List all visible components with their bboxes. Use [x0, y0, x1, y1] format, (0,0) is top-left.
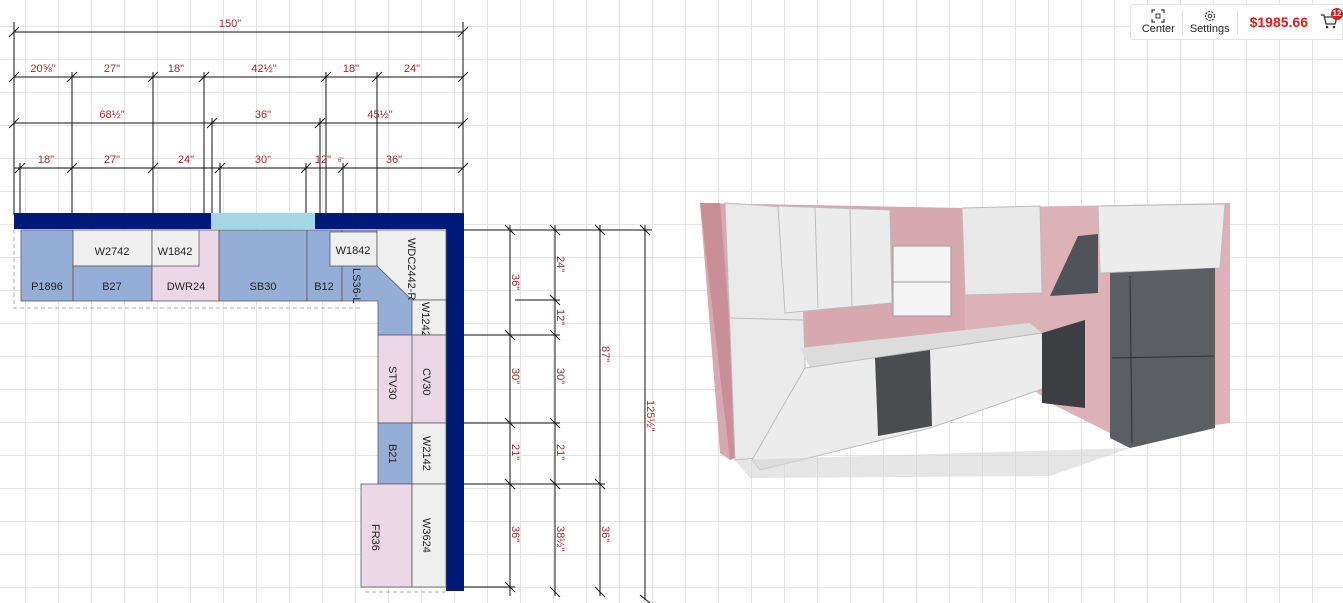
svg-text:DWR24: DWR24: [167, 281, 206, 293]
kitchen-3d-preview[interactable]: [690, 198, 1235, 478]
dimension-overall-depth: 125½": [605, 224, 656, 603]
center-icon: [1151, 9, 1165, 23]
svg-text:18": 18": [168, 63, 184, 75]
toolbar-divider: [1236, 10, 1238, 34]
svg-text:W1842: W1842: [336, 245, 371, 257]
gear-icon: [1204, 10, 1215, 22]
upper-cabinets-right: [1097, 203, 1226, 274]
window[interactable]: [211, 213, 315, 229]
svg-text:30": 30": [509, 368, 521, 384]
svg-text:18": 18": [343, 63, 359, 75]
top-toolbar: Center Settings $1985.66 12: [1129, 4, 1343, 40]
svg-text:18": 18": [38, 154, 54, 166]
dimension-right-col3: 87" 36": [560, 224, 611, 598]
floor-plan[interactable]: 6" 150" 20⅝" 27" 18" 42½" 18" 24" 68½" 3…: [0, 0, 680, 603]
svg-text:12": 12": [315, 154, 331, 166]
svg-text:SB30: SB30: [250, 281, 277, 293]
wall-top-left: [14, 213, 211, 229]
svg-text:20⅝": 20⅝": [30, 63, 55, 75]
dimension-base-row: 18" 27" 24" 30" 12" 36": [14, 154, 469, 215]
svg-text:W1242: W1242: [419, 302, 431, 337]
svg-text:21": 21": [554, 444, 566, 460]
svg-text:27": 27": [104, 63, 120, 75]
svg-text:B21: B21: [386, 444, 398, 464]
svg-text:150": 150": [219, 18, 241, 30]
svg-text:36": 36": [509, 274, 521, 290]
svg-text:LS36-L: LS36-L: [350, 268, 362, 303]
cabinet-w2742[interactable]: W2742: [72, 229, 153, 267]
svg-text:45½": 45½": [367, 109, 392, 121]
settings-button[interactable]: Settings: [1185, 7, 1235, 37]
dimension-right-col2: 24" 12" 30" 21" 38½": [515, 224, 566, 598]
range-oven: [1042, 320, 1085, 408]
cabinet-w2142[interactable]: W2142: [411, 422, 447, 485]
wall-top-right: [315, 213, 464, 229]
svg-text:36": 36": [255, 109, 271, 121]
cabinet-cv30[interactable]: CV30: [411, 334, 447, 424]
svg-text:W2142: W2142: [420, 436, 432, 471]
svg-text:W2742: W2742: [95, 246, 130, 258]
svg-text:24": 24": [554, 256, 566, 272]
settings-label: Settings: [1189, 23, 1230, 35]
upper-cabinets-left: [777, 205, 893, 314]
svg-text:CV30: CV30: [420, 368, 432, 396]
svg-text:W3624: W3624: [420, 518, 432, 553]
window-3d: [892, 245, 952, 317]
svg-text:24": 24": [404, 63, 420, 75]
svg-text:125½": 125½": [644, 400, 656, 432]
dimension-overall-width: 150": [8, 18, 469, 215]
svg-text:36": 36": [599, 526, 611, 542]
cabinet-w1842-right[interactable]: W1842: [329, 231, 378, 267]
svg-text:30": 30": [554, 368, 566, 384]
svg-text:27": 27": [104, 154, 120, 166]
svg-text:87": 87": [599, 346, 611, 362]
total-price: $1985.66: [1249, 14, 1308, 30]
svg-text:12": 12": [554, 309, 566, 325]
svg-text:42½": 42½": [251, 63, 276, 75]
cabinet-fr36[interactable]: FR36: [360, 483, 413, 588]
cabinet-b27[interactable]: B27: [72, 265, 153, 302]
svg-text:24": 24": [178, 154, 194, 166]
cabinet-b21[interactable]: B21: [377, 422, 413, 485]
dimension-right-col1: 36" 30" 21" 36": [464, 224, 521, 596]
cabinet-sb30[interactable]: SB30: [218, 229, 308, 302]
svg-text:P1896: P1896: [31, 281, 63, 293]
cart-count-badge: 12: [1331, 8, 1343, 20]
wall-right: [446, 213, 464, 591]
cabinet-w3624[interactable]: W3624: [411, 483, 447, 588]
cabinet-dwr24[interactable]: W1842 DWR24: [151, 229, 220, 302]
svg-text:38½": 38½": [554, 526, 566, 551]
svg-text:B12: B12: [314, 281, 334, 293]
svg-text:B27: B27: [102, 281, 122, 293]
svg-text:21": 21": [509, 444, 521, 460]
cabinet-p1896[interactable]: P1896: [20, 229, 74, 302]
svg-text:36": 36": [509, 526, 521, 542]
svg-text:STV30: STV30: [386, 366, 398, 400]
upper-cabinets-corner: [961, 205, 1043, 296]
svg-text:FR36: FR36: [369, 524, 381, 551]
cabinet-w1242[interactable]: W1242: [411, 299, 447, 337]
svg-text:68½": 68½": [99, 109, 124, 121]
svg-text:WDC2442-R: WDC2442-R: [405, 238, 417, 300]
svg-text:36": 36": [386, 154, 402, 166]
toolbar-divider: [1181, 10, 1183, 34]
svg-text:30": 30": [255, 154, 271, 166]
dimension-upper-row1: 20⅝" 27" 18" 42½" 18" 24": [8, 63, 469, 215]
dishwasher: [875, 350, 932, 436]
center-button[interactable]: Center: [1137, 7, 1180, 37]
center-label: Center: [1141, 23, 1175, 35]
svg-text:W1842: W1842: [158, 246, 193, 258]
cart-button[interactable]: 12: [1320, 8, 1343, 32]
